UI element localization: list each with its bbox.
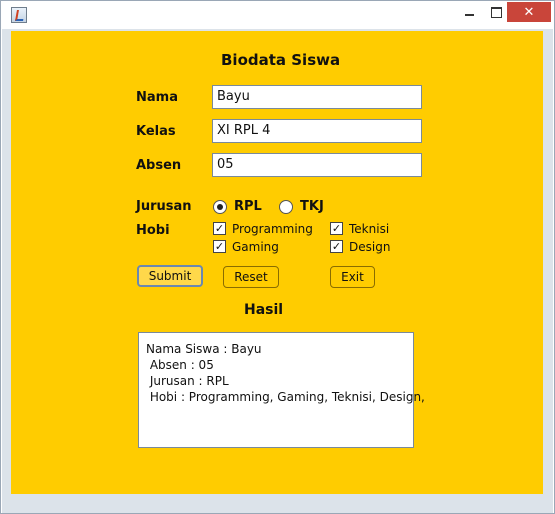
- checkbox-programming-label[interactable]: Programming: [232, 222, 313, 236]
- submit-button[interactable]: Submit: [137, 265, 203, 287]
- result-line: Jurusan : RPL: [146, 374, 229, 388]
- result-textarea[interactable]: Nama Siswa : Bayu Absen : 05 Jurusan : R…: [138, 332, 425, 448]
- form-title: Biodata Siswa: [221, 51, 341, 69]
- checkbox-teknisi[interactable]: ✓: [330, 222, 343, 235]
- radio-tkj-label[interactable]: TKJ: [300, 199, 324, 214]
- reset-button[interactable]: Reset: [223, 266, 279, 288]
- title-bar[interactable]: ✕: [1, 1, 554, 29]
- close-button[interactable]: ✕: [507, 2, 551, 22]
- form-panel: Biodata Siswa Nama Bayu Kelas XI RPL 4 A…: [11, 31, 543, 494]
- minimize-button[interactable]: [456, 2, 483, 22]
- hasil-title: Hasil: [244, 302, 284, 318]
- close-icon: ✕: [523, 4, 535, 20]
- absen-input[interactable]: 05: [212, 153, 422, 177]
- exit-button[interactable]: Exit: [330, 266, 375, 288]
- checkbox-programming[interactable]: ✓: [213, 222, 226, 235]
- kelas-label: Kelas: [136, 124, 176, 139]
- radio-tkj[interactable]: [279, 200, 293, 214]
- nama-label: Nama: [136, 90, 178, 105]
- kelas-input[interactable]: XI RPL 4: [212, 119, 422, 143]
- radio-rpl[interactable]: [213, 200, 227, 214]
- result-line: Nama Siswa : Bayu: [146, 342, 262, 356]
- jurusan-label: Jurusan: [136, 199, 192, 214]
- nama-input[interactable]: Bayu: [212, 85, 422, 109]
- checkbox-teknisi-label[interactable]: Teknisi: [349, 222, 389, 236]
- checkbox-gaming-label[interactable]: Gaming: [232, 240, 279, 254]
- result-line: Absen : 05: [146, 358, 214, 372]
- checkbox-design[interactable]: ✓: [330, 240, 343, 253]
- hobi-label: Hobi: [136, 223, 170, 238]
- radio-rpl-label[interactable]: RPL: [234, 199, 262, 214]
- maximize-button[interactable]: [483, 2, 510, 22]
- absen-label: Absen: [136, 158, 182, 173]
- java-app-icon: [11, 7, 27, 23]
- checkbox-design-label[interactable]: Design: [349, 240, 390, 254]
- checkbox-gaming[interactable]: ✓: [213, 240, 226, 253]
- result-line: Hobi : Programming, Gaming, Teknisi, Des…: [146, 390, 425, 404]
- application-window: ✕ Biodata Siswa Nama Bayu Kelas XI RPL 4…: [0, 0, 555, 514]
